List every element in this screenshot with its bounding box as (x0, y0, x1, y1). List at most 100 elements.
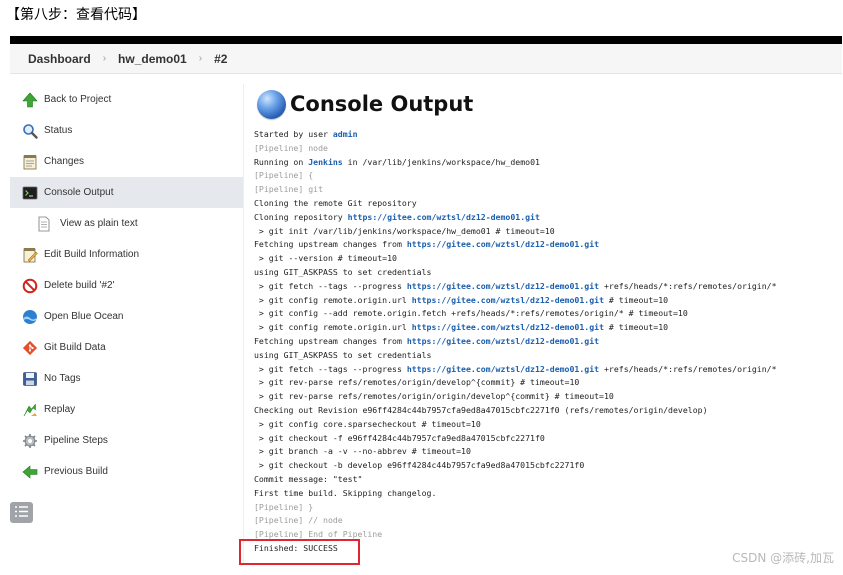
console-text: [Pipeline] // node (254, 515, 343, 526)
sidebar-item-pipeline-steps[interactable]: Pipeline Steps (10, 425, 243, 456)
success-highlight-box (239, 539, 360, 565)
page-header: Console Output (254, 88, 834, 120)
sidebar-item-label: Open Blue Ocean (44, 311, 124, 322)
sidebar-item-git-build-data[interactable]: Git Build Data (10, 332, 243, 363)
sidebar-item-label: Delete build '#2' (44, 280, 115, 291)
console-text: using GIT_ASKPASS to set credentials (254, 349, 432, 360)
console-text: Commit message: "test" (254, 473, 363, 484)
console-line: > git checkout -b develop e96ff4284c44b7… (254, 459, 834, 473)
console-line: > git checkout -f e96ff4284c44b7957cfa9e… (254, 432, 834, 446)
console-text: > git fetch --tags --progress (254, 363, 407, 374)
breadcrumb: Dashboard › hw_demo01 › #2 (10, 44, 842, 74)
console-ball-icon (257, 89, 286, 119)
sidebar-divider (243, 84, 244, 564)
console-line: using GIT_ASKPASS to set credentials (254, 349, 834, 363)
console-line: > git config --add remote.origin.fetch +… (254, 307, 834, 321)
list-icon (15, 504, 28, 522)
console-line: Running on Jenkins in /var/lib/jenkins/w… (254, 156, 834, 170)
console-line: [Pipeline] } (254, 501, 834, 515)
console-text: using GIT_ASKPASS to set credentials (254, 266, 432, 277)
console-text: Cloning the remote Git repository (254, 197, 417, 208)
console-line: First time build. Skipping changelog. (254, 487, 834, 501)
console-line: Fetching upstream changes from https://g… (254, 238, 834, 252)
console-text: > git rev-parse refs/remotes/origin/orig… (254, 391, 614, 402)
console-text: > git config --add remote.origin.fetch +… (254, 308, 688, 319)
sidebar-item-label: Git Build Data (44, 342, 106, 353)
console-line: > git config remote.origin.url https://g… (254, 321, 834, 335)
console-line: using GIT_ASKPASS to set credentials (254, 266, 834, 280)
console-link[interactable]: https://gitee.com/wztsl/dz12-demo01.git (348, 212, 540, 222)
console-link[interactable]: https://gitee.com/wztsl/dz12-demo01.git (407, 281, 599, 291)
sidebar-item-label: Back to Project (44, 94, 112, 105)
console-text: > git --version # timeout=10 (254, 253, 397, 264)
console-text: in /var/lib/jenkins/workspace/hw_demo01 (342, 156, 540, 167)
tasks-toggle-button[interactable] (10, 502, 33, 523)
console-line: > git rev-parse refs/remotes/origin/deve… (254, 376, 834, 390)
sidebar-item-console-output[interactable]: Console Output (10, 177, 243, 208)
console-text: > git config remote.origin.url (254, 294, 412, 305)
console-text: > git checkout -f e96ff4284c44b7957cfa9e… (254, 432, 545, 443)
console-text: [Pipeline] node (254, 142, 328, 153)
sidebar-item-label: View as plain text (60, 218, 138, 229)
console-text: > git branch -a -v --no-abbrev # timeout… (254, 446, 471, 457)
sidebar-item-status[interactable]: Status (10, 115, 243, 146)
breadcrumb-chevron-icon: › (102, 53, 107, 64)
magnifier-icon (22, 123, 38, 139)
breadcrumb-project[interactable]: hw_demo01 (118, 52, 187, 66)
blue-ocean-icon (22, 309, 38, 325)
console-line: Started by user admin (254, 128, 834, 142)
console-text: [Pipeline] End of Pipeline (254, 529, 383, 540)
git-icon (22, 340, 38, 356)
console-line: [Pipeline] { (254, 169, 834, 183)
up-arrow-icon (22, 92, 38, 108)
gear-icon (22, 433, 38, 449)
sidebar-item-label: Edit Build Information (44, 249, 140, 260)
console-text: > git checkout -b develop e96ff4284c44b7… (254, 460, 585, 471)
console-line: > git config core.sparsecheckout # timeo… (254, 418, 834, 432)
console-link[interactable]: https://gitee.com/wztsl/dz12-demo01.git (407, 336, 599, 346)
console-text: [Pipeline] { (254, 170, 314, 181)
document-icon (36, 216, 52, 232)
console-line: > git branch -a -v --no-abbrev # timeout… (254, 445, 834, 459)
console-text: > git rev-parse refs/remotes/origin/deve… (254, 377, 580, 388)
sidebar-item-label: Console Output (44, 187, 114, 198)
sidebar-item-back-to-project[interactable]: Back to Project (10, 84, 243, 115)
console-link[interactable]: https://gitee.com/wztsl/dz12-demo01.git (412, 295, 604, 305)
console-text: Fetching upstream changes from (254, 239, 407, 250)
main-content: Console Output Started by user admin [Pip… (254, 88, 834, 553)
console-text: # timeout=10 (604, 294, 669, 305)
sidebar: Back to Project Status Changes Console O… (10, 84, 243, 487)
breadcrumb-dashboard[interactable]: Dashboard (28, 52, 91, 66)
console-text: Cloning repository (254, 211, 348, 222)
console-line: Commit message: "test" (254, 473, 834, 487)
sidebar-item-changes[interactable]: Changes (10, 146, 243, 177)
console-text: > git init /var/lib/jenkins/workspace/hw… (254, 225, 555, 236)
console-line: [Pipeline] git (254, 183, 834, 197)
console-text: +refs/heads/*:refs/remotes/origin/* (599, 280, 777, 291)
console-output: Started by user admin [Pipeline] node Runn… (254, 128, 834, 556)
sidebar-item-view-plain-text[interactable]: View as plain text (10, 208, 243, 239)
console-link[interactable]: https://gitee.com/wztsl/dz12-demo01.git (412, 322, 604, 332)
sidebar-item-delete-build[interactable]: Delete build '#2' (10, 270, 243, 301)
console-line: [Pipeline] // node (254, 514, 834, 528)
console-text: Fetching upstream changes from (254, 335, 407, 346)
console-link[interactable]: admin (333, 129, 358, 139)
console-line: Fetching upstream changes from https://g… (254, 335, 834, 349)
sidebar-item-replay[interactable]: Replay (10, 394, 243, 425)
console-line: Checking out Revision e96ff4284c44b7957c… (254, 404, 834, 418)
breadcrumb-build[interactable]: #2 (214, 52, 227, 66)
page-title: Console Output (290, 92, 474, 116)
console-line: > git fetch --tags --progress https://gi… (254, 280, 834, 294)
sidebar-item-previous-build[interactable]: Previous Build (10, 456, 243, 487)
console-link[interactable]: https://gitee.com/wztsl/dz12-demo01.git (407, 364, 599, 374)
step-caption: 【第八步：查看代码】 (6, 7, 146, 23)
console-text: > git config remote.origin.url (254, 322, 412, 333)
sidebar-item-open-blue-ocean[interactable]: Open Blue Ocean (10, 301, 243, 332)
console-text: Checking out Revision e96ff4284c44b7957c… (254, 404, 708, 415)
sidebar-item-edit-build-information[interactable]: Edit Build Information (10, 239, 243, 270)
sidebar-item-label: No Tags (44, 373, 81, 384)
sidebar-item-no-tags[interactable]: No Tags (10, 363, 243, 394)
console-link[interactable]: https://gitee.com/wztsl/dz12-demo01.git (407, 239, 599, 249)
console-link[interactable]: Jenkins (308, 157, 343, 167)
console-line: > git rev-parse refs/remotes/origin/orig… (254, 390, 834, 404)
